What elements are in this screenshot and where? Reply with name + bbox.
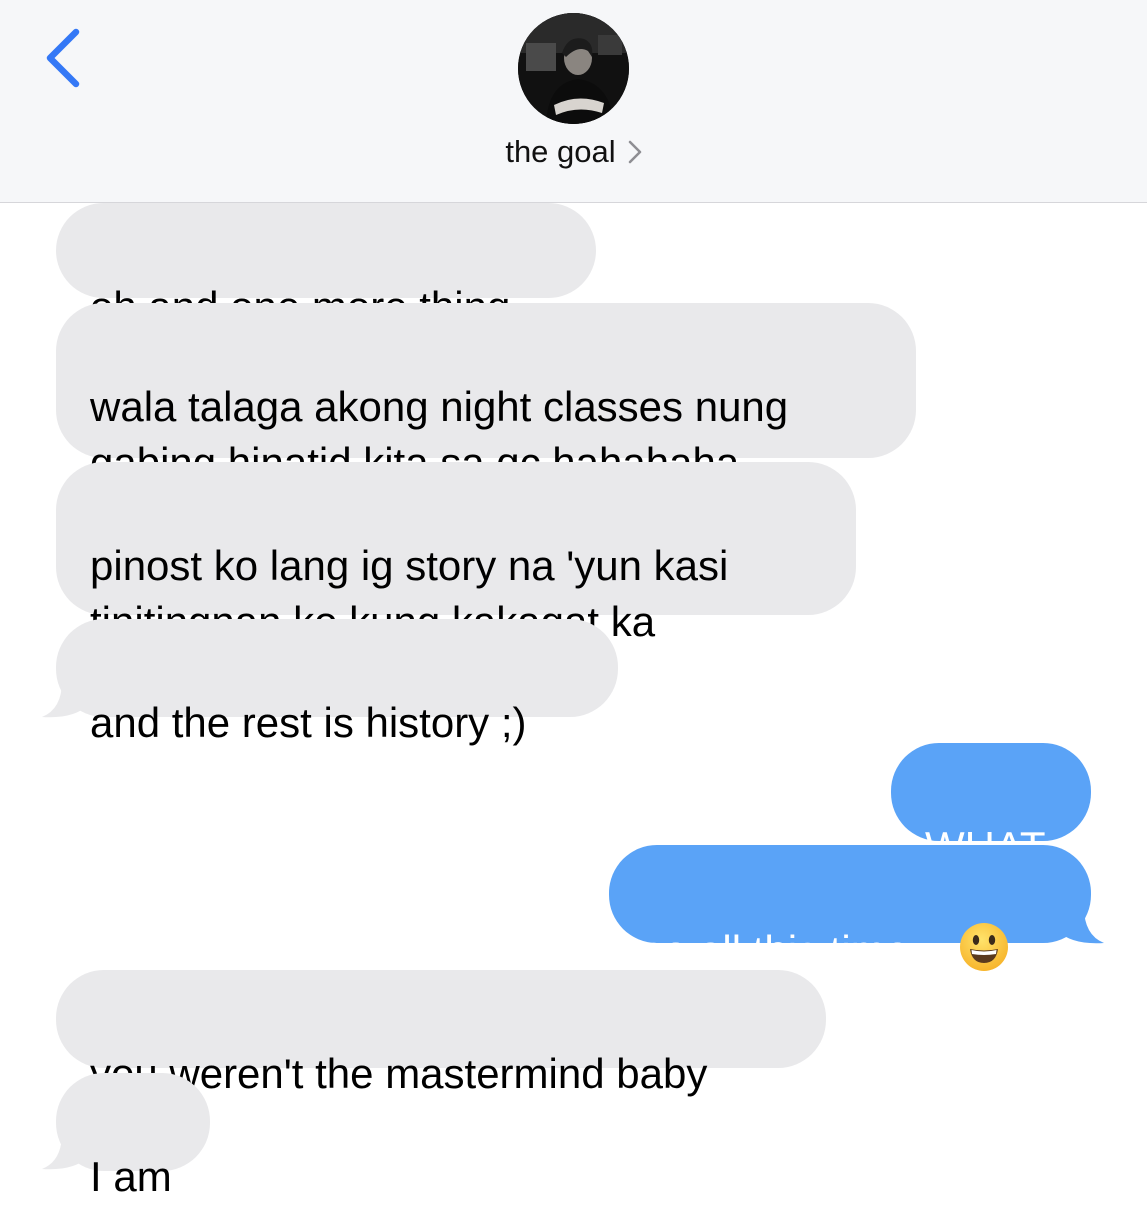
message-bubble-sent[interactable]: so all this time... <box>609 845 1091 974</box>
contact-avatar[interactable] <box>518 13 629 124</box>
message-text: and the rest is history ;) <box>90 699 527 746</box>
message-text: so all this time... <box>643 927 945 974</box>
message-bubble-received[interactable]: you weren't the mastermind baby <box>56 970 826 1097</box>
message-text: I am <box>90 1153 172 1200</box>
contact-name: the goal <box>505 134 616 169</box>
grinning-face-emoji <box>958 921 1010 987</box>
bubble-tail <box>1058 907 1104 944</box>
contact-name-button[interactable]: the goal <box>0 134 1147 172</box>
message-bubble-sent[interactable]: WHAT <box>891 743 1091 870</box>
bubble-tail <box>42 1133 88 1170</box>
message-bubble-received[interactable]: pinost ko lang ig story na 'yun kasi tin… <box>56 462 856 645</box>
message-bubble-received[interactable]: wala talaga akong night classes nung gab… <box>56 303 916 486</box>
chevron-right-icon <box>628 136 642 172</box>
bubble-tail <box>42 681 88 718</box>
message-bubble-received[interactable]: oh and one more thing <box>56 203 596 330</box>
conversation-header: the goal <box>0 0 1147 203</box>
back-button[interactable] <box>40 26 90 90</box>
chevron-left-icon <box>46 28 80 88</box>
message-bubble-received[interactable]: and the rest is history ;) <box>56 619 618 746</box>
message-thread[interactable]: oh and one more thing wala talaga akong … <box>0 203 1147 1200</box>
